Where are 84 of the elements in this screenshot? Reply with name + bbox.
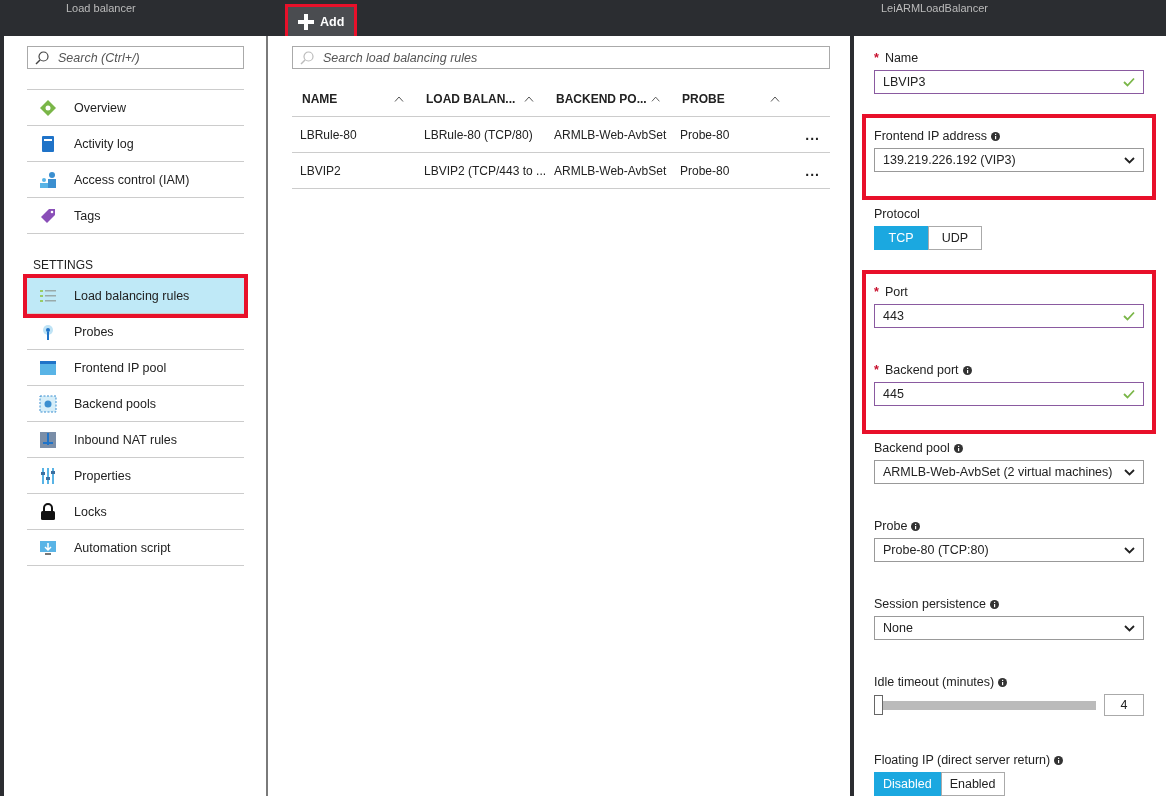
more-button[interactable]: ... — [805, 162, 820, 179]
chevron-down-icon — [1124, 546, 1135, 554]
text-field[interactable]: 443 — [874, 304, 1144, 328]
dropdown[interactable]: ARMLB-Web-AvbSet (2 virtual machines) — [874, 460, 1144, 484]
field-label: Session persistence — [874, 597, 986, 611]
chevron-down-icon — [1124, 156, 1135, 164]
column-header: BACKEND PO... — [556, 91, 647, 106]
chevron-down-icon — [1124, 468, 1135, 476]
sidebar-item[interactable]: Probes — [27, 314, 244, 350]
people-icon — [39, 170, 57, 189]
table-cell: ARMLB-Web-AvbSet — [554, 163, 667, 178]
tag-icon — [39, 206, 57, 225]
sidebar-item[interactable]: Backend pools — [27, 386, 244, 422]
table-cell: LBVIP2 (TCP/443 to ... — [424, 163, 546, 178]
add-button[interactable]: Add — [288, 7, 355, 36]
search-field[interactable]: Search (Ctrl+/) — [27, 46, 244, 69]
text-field[interactable]: LBVIP3 — [874, 70, 1144, 94]
book-icon — [39, 134, 57, 153]
table-cell: LBRule-80 — [300, 127, 357, 142]
table-cell: Probe-80 — [680, 163, 730, 178]
info-icon[interactable] — [953, 443, 963, 453]
required-mark: * — [874, 285, 879, 299]
required-mark: * — [874, 51, 879, 65]
slider-track[interactable] — [874, 695, 1096, 715]
field-label: Port — [884, 285, 908, 299]
sidebar-item[interactable]: Locks — [27, 494, 244, 530]
window-icon — [39, 358, 57, 377]
column-header: PROBE — [682, 91, 725, 106]
text-field[interactable]: 445 — [874, 382, 1144, 406]
more-button[interactable]: ... — [805, 126, 820, 143]
bars-icon — [39, 466, 57, 485]
dropdown[interactable]: Probe-80 (TCP:80) — [874, 538, 1144, 562]
table-cell: Probe-80 — [680, 127, 730, 142]
toggle-option[interactable]: Enabled — [940, 772, 1005, 796]
info-icon[interactable] — [962, 365, 972, 375]
sidebar-item[interactable]: Overview — [27, 90, 244, 126]
column-header: LOAD BALAN... — [426, 91, 516, 106]
blade-title: Load balancer — [66, 2, 136, 14]
info-icon[interactable] — [998, 677, 1008, 687]
sidebar-item[interactable]: Activity log — [27, 126, 244, 162]
field-label: Backend pool — [874, 441, 950, 455]
toggle-option[interactable]: UDP — [928, 226, 982, 250]
dotted-square-icon — [39, 394, 57, 413]
search-icon — [35, 51, 49, 65]
slider-thumb[interactable] — [874, 695, 883, 715]
monitor-icon — [39, 538, 57, 557]
section-heading: SETTINGS — [32, 257, 94, 274]
table-cell: ARMLB-Web-AvbSet — [554, 127, 667, 142]
field-label: Frontend IP address — [874, 129, 988, 143]
column-header: NAME — [302, 91, 338, 106]
search-field[interactable]: Search load balancing rules — [292, 46, 830, 69]
lock-icon — [39, 502, 57, 521]
sidebar-item[interactable]: Frontend IP pool — [27, 350, 244, 386]
network-icon — [39, 430, 57, 449]
sort-icon[interactable] — [524, 95, 534, 102]
required-mark: * — [874, 363, 879, 377]
sort-icon[interactable] — [650, 95, 660, 102]
info-icon[interactable] — [991, 131, 1001, 141]
field-label: Protocol — [874, 207, 920, 221]
sidebar-item[interactable]: Tags — [27, 198, 244, 234]
field-label: Idle timeout (minutes) — [874, 675, 995, 689]
info-icon[interactable] — [989, 599, 999, 609]
info-icon[interactable] — [1054, 755, 1064, 765]
search-icon — [300, 51, 314, 65]
sidebar-item[interactable]: Properties — [27, 458, 244, 494]
plus-icon — [298, 13, 314, 30]
value-field[interactable]: 4 — [1104, 694, 1144, 716]
sort-icon[interactable] — [770, 95, 780, 102]
diamond-icon — [39, 98, 57, 117]
blade-title: LeiARMLoadBalancer — [881, 2, 988, 14]
sidebar-item[interactable]: Access control (IAM) — [27, 162, 244, 198]
sort-icon[interactable] — [394, 95, 404, 102]
dropdown[interactable]: None — [874, 616, 1144, 640]
chevron-down-icon — [1124, 624, 1135, 632]
table-cell: LBVIP2 — [300, 163, 341, 178]
sidebar-item[interactable]: Automation script — [27, 530, 244, 566]
field-label: Floating IP (direct server return) — [874, 753, 1051, 767]
field-label: Probe — [874, 519, 908, 533]
field-label: Backend port — [884, 363, 959, 377]
dropdown[interactable]: 139.219.226.192 (VIP3) — [874, 148, 1144, 172]
table-cell: LBRule-80 (TCP/80) — [424, 127, 533, 142]
info-icon[interactable] — [911, 521, 921, 531]
field-label: Name — [884, 51, 919, 65]
sidebar-item[interactable]: Inbound NAT rules — [27, 422, 244, 458]
